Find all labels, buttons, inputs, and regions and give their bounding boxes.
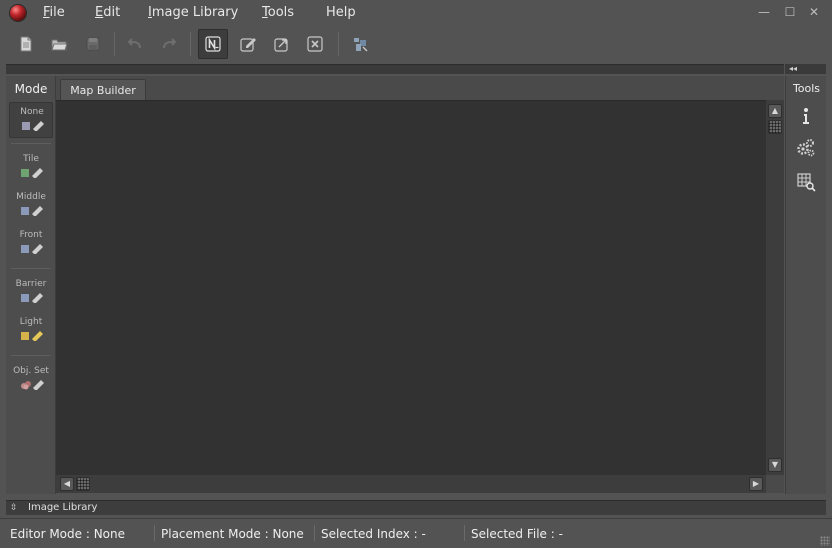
mode-object-set-label: Obj. Set [13, 366, 49, 376]
mode-separator [11, 268, 51, 269]
dock-toggle-icon[interactable]: ⇳ [10, 501, 20, 515]
mode-light-button[interactable]: Light [9, 313, 53, 349]
horizontal-scroll-thumb[interactable] [76, 477, 90, 491]
barrier-icon [21, 293, 43, 303]
scroll-corner [766, 475, 784, 493]
toolbar-separator [338, 32, 339, 56]
resize-grip-icon[interactable] [820, 536, 830, 546]
dock-title: Image Library [28, 502, 98, 513]
image-library-dock-header[interactable]: ⇳ Image Library [6, 500, 826, 515]
mode-barrier-button[interactable]: Barrier [9, 275, 53, 311]
menu-image-library[interactable]: Image Library [148, 5, 238, 20]
mode-front-label: Front [19, 230, 43, 240]
mode-separator [11, 355, 51, 356]
new-file-icon[interactable] [14, 32, 38, 56]
collapse-tools-button[interactable]: ◂◂ [785, 64, 826, 74]
close-button[interactable]: ✕ [806, 4, 822, 20]
mode-barrier-label: Barrier [15, 279, 47, 289]
status-selected-file: Selected File : - [471, 527, 563, 541]
tools-panel-title: Tools [792, 82, 821, 95]
close-map-icon[interactable] [303, 32, 327, 56]
menu-image-library-label: mage Library [151, 5, 239, 20]
vertical-scroll-thumb[interactable] [768, 120, 782, 134]
mode-none-label: None [20, 107, 44, 117]
mode-tile-button[interactable]: Tile [9, 150, 53, 186]
menu-edit-label: dit [103, 5, 121, 20]
toolbar-separator [114, 32, 115, 56]
scroll-left-arrow-icon[interactable]: ◀ [60, 477, 74, 491]
light-icon [21, 331, 43, 341]
undo-icon[interactable] [123, 32, 147, 56]
map-canvas[interactable] [56, 100, 766, 475]
menu-file[interactable]: File [43, 5, 65, 20]
tab-map-builder[interactable]: Map Builder [60, 79, 146, 101]
settings-gears-icon[interactable] [794, 136, 818, 160]
mode-front-button[interactable]: Front [9, 226, 53, 262]
status-divider [464, 525, 465, 541]
status-selected-index: Selected Index : - [321, 527, 426, 541]
menu-tools-label: ools [267, 5, 295, 20]
menu-edit[interactable]: Edit [95, 5, 120, 20]
middle-layer-icon [21, 206, 43, 216]
scripts-icon[interactable] [348, 32, 372, 56]
scroll-down-arrow-icon[interactable]: ▼ [768, 458, 782, 472]
status-divider [154, 525, 155, 541]
object-set-icon [21, 380, 44, 390]
front-layer-icon [21, 244, 43, 254]
menu-file-label: ile [49, 5, 65, 20]
status-divider [314, 525, 315, 541]
grid-search-icon[interactable] [794, 170, 818, 194]
menu-bar: File Edit Image Library Tools Help — ☐ ✕ [0, 0, 832, 26]
toolbar-separator [190, 32, 191, 56]
mode-none-icon [22, 121, 44, 131]
mode-tile-label: Tile [23, 154, 39, 164]
tile-icon [21, 168, 43, 178]
menu-edit-mnemonic: E [95, 5, 104, 20]
info-icon[interactable] [794, 104, 818, 128]
menu-tools[interactable]: Tools [262, 5, 294, 20]
export-icon[interactable] [270, 32, 294, 56]
tools-panel: Tools [785, 76, 826, 494]
scroll-up-arrow-icon[interactable]: ▲ [768, 104, 782, 118]
mode-light-label: Light [19, 317, 43, 327]
vertical-scrollbar[interactable]: ▲ ▼ [766, 100, 784, 475]
save-icon[interactable] [81, 32, 105, 56]
mode-object-set-button[interactable]: Obj. Set [9, 362, 53, 398]
horizontal-scrollbar[interactable]: ◀ ▶ [56, 475, 766, 493]
mode-none-button[interactable]: None [9, 102, 53, 138]
scroll-right-arrow-icon[interactable]: ▶ [749, 477, 763, 491]
toolbar [0, 26, 832, 62]
tab-bar: Map Builder [56, 76, 784, 101]
edit-map-icon[interactable] [236, 32, 260, 56]
status-placement-mode: Placement Mode : None [161, 527, 304, 541]
mode-panel: Mode None Tile Middle Front Barrier Ligh… [6, 76, 56, 494]
menu-help-label: Help [326, 5, 356, 20]
menu-help[interactable]: Help [326, 5, 356, 20]
dock-header-strip [6, 64, 784, 74]
redo-icon[interactable] [157, 32, 181, 56]
app-logo-icon [10, 5, 26, 21]
maximize-button[interactable]: ☐ [782, 4, 798, 20]
minimize-button[interactable]: — [756, 4, 772, 20]
mode-panel-title: Mode [14, 82, 48, 96]
mode-middle-button[interactable]: Middle [9, 188, 53, 224]
open-folder-icon[interactable] [47, 32, 71, 56]
status-bar: Editor Mode : None Placement Mode : None… [0, 518, 832, 548]
new-map-icon[interactable] [198, 29, 228, 59]
status-editor-mode: Editor Mode : None [10, 527, 126, 541]
mode-middle-label: Middle [16, 192, 46, 202]
mode-separator [11, 143, 51, 144]
